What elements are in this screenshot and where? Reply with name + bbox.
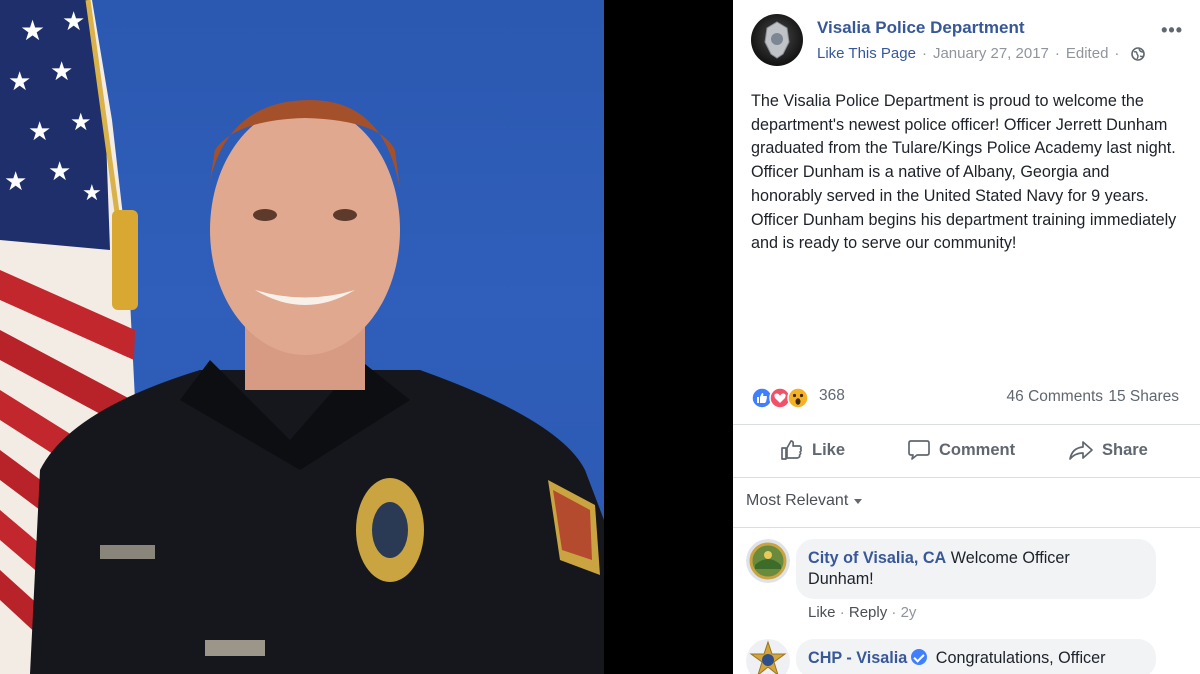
- comment-actions: Like · Reply · 2y: [808, 604, 917, 621]
- commenter-avatar[interactable]: [746, 639, 790, 674]
- post-side-panel: Visalia Police Department Like This Page…: [733, 0, 1200, 674]
- svg-text:★: ★: [70, 109, 92, 136]
- svg-text:★: ★: [28, 116, 51, 146]
- divider: [733, 477, 1200, 478]
- comment-bubble: CHP - Visalia Congratulations, Officer: [796, 639, 1156, 674]
- commenter-avatar[interactable]: [746, 539, 790, 583]
- comment-bubble-icon: [908, 440, 930, 460]
- post-meta: Like This Page · January 27, 2017 · Edit…: [817, 45, 1146, 62]
- like-page-link[interactable]: Like This Page: [817, 45, 916, 62]
- photo-viewer: ★ ★ ★ ★ ★ ★ ★ ★ ★: [0, 0, 733, 674]
- officer-face: [210, 100, 400, 390]
- post-header: Visalia Police Department Like This Page…: [751, 14, 1191, 68]
- share-button-label: Share: [1102, 440, 1148, 459]
- more-options-icon[interactable]: •••: [1161, 20, 1183, 41]
- share-arrow-icon: [1069, 441, 1093, 460]
- officer-portrait-image: ★ ★ ★ ★ ★ ★ ★ ★ ★: [0, 0, 604, 674]
- comment-like-link[interactable]: Like: [808, 604, 836, 621]
- chp-star-badge-icon: [746, 639, 790, 674]
- page-avatar[interactable]: [751, 14, 803, 66]
- share-button[interactable]: Share: [1068, 436, 1148, 464]
- love-reaction-icon: [769, 387, 791, 409]
- comment-author-link[interactable]: CHP - Visalia: [808, 649, 907, 667]
- comment-text: Congratulations, Officer: [935, 649, 1106, 667]
- wow-reaction-icon: [787, 387, 809, 409]
- comment-bubble: City of Visalia, CA Welcome Officer Dunh…: [796, 539, 1156, 599]
- comment-item: City of Visalia, CA Welcome Officer Dunh…: [746, 539, 1186, 629]
- globe-icon[interactable]: [1131, 46, 1146, 61]
- separator-dot: ·: [1114, 45, 1120, 62]
- comment-age[interactable]: 2y: [901, 604, 917, 621]
- svg-text:★: ★: [4, 166, 27, 196]
- post-action-bar: Like Comment Share: [733, 428, 1200, 472]
- reactions-summary: 368 46 Comments 15 Shares: [751, 384, 1183, 410]
- city-seal-icon: [746, 539, 790, 583]
- divider: [733, 424, 1200, 425]
- sort-label: Most Relevant: [746, 492, 849, 509]
- like-button[interactable]: Like: [780, 436, 845, 464]
- caret-down-icon: [854, 498, 863, 504]
- police-badge-icon: [764, 21, 790, 59]
- verified-badge-icon: [911, 649, 928, 665]
- comment-button[interactable]: Comment: [907, 436, 1015, 464]
- svg-text:★: ★: [62, 6, 85, 36]
- svg-text:★: ★: [50, 56, 73, 86]
- divider: [733, 527, 1200, 528]
- like-reaction-icon: [751, 387, 773, 409]
- comment-text: Welcome Officer: [950, 549, 1070, 567]
- page-name-link[interactable]: Visalia Police Department: [817, 18, 1025, 38]
- post-date-link[interactable]: January 27, 2017: [933, 45, 1049, 62]
- comment-text: Dunham!: [808, 570, 874, 588]
- shares-count-link[interactable]: 15 Shares: [1108, 388, 1179, 406]
- comments-count-link[interactable]: 46 Comments: [1007, 388, 1103, 406]
- post-message: The Visalia Police Department is proud t…: [751, 92, 1177, 253]
- svg-text:★: ★: [48, 156, 71, 186]
- edited-link[interactable]: Edited: [1066, 45, 1109, 62]
- comment-sort-dropdown[interactable]: Most Relevant: [746, 492, 863, 510]
- like-button-label: Like: [812, 440, 846, 459]
- separator-dot: ·: [921, 45, 927, 62]
- reaction-icons[interactable]: [751, 387, 815, 409]
- uniform: [30, 360, 604, 674]
- svg-text:★: ★: [20, 15, 45, 46]
- comment-item: CHP - Visalia Congratulations, Officer: [746, 639, 1186, 674]
- reaction-count[interactable]: 368: [819, 387, 845, 405]
- comment-reply-link[interactable]: Reply: [849, 604, 887, 621]
- thumbs-up-icon: [781, 440, 802, 460]
- post-photo[interactable]: ★ ★ ★ ★ ★ ★ ★ ★ ★: [0, 0, 604, 674]
- svg-text:★: ★: [8, 66, 31, 96]
- separator-dot: ·: [1054, 45, 1060, 62]
- comment-button-label: Comment: [939, 440, 1016, 459]
- svg-text:★: ★: [82, 180, 102, 205]
- comment-author-link[interactable]: City of Visalia, CA: [808, 549, 946, 567]
